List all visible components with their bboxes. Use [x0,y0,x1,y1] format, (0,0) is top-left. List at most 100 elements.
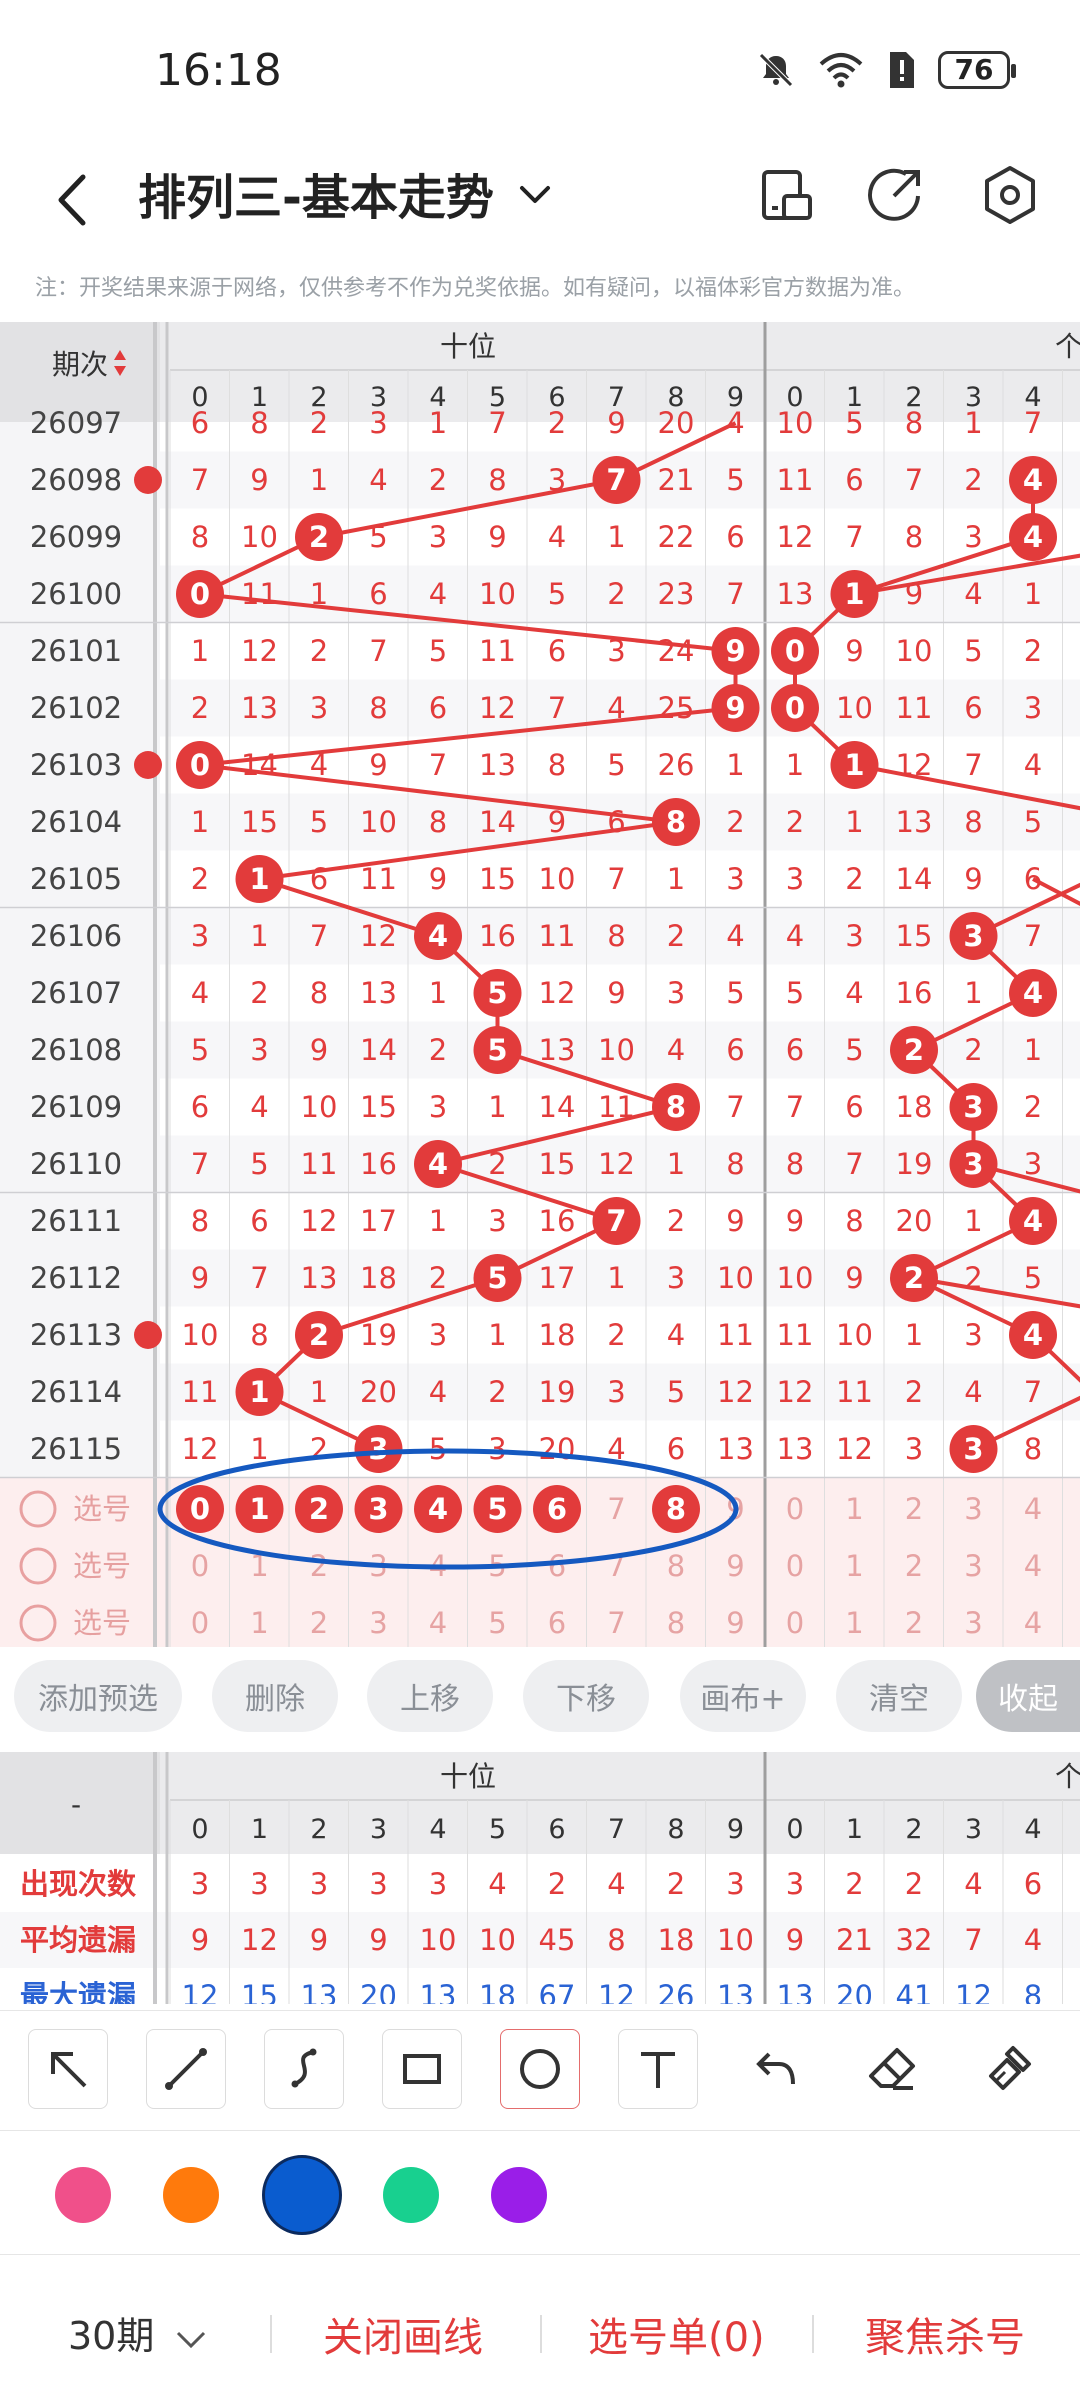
delete-button[interactable]: 删除 [212,1660,338,1732]
stats-digit-header: 3 [965,1814,982,1845]
row-cell: 2 [488,1375,506,1409]
row-cell: 2 [310,406,328,440]
statistics-table: -十位个位012345678901234出现次数333334242332246平… [0,1752,1080,2004]
row-cell: 2 [607,1318,625,1352]
row-cell: 2 [1024,634,1042,668]
row-cell: 10 [717,1261,754,1295]
move-down-button[interactable]: 下移 [523,1660,649,1732]
add-preselect-button[interactable]: 添加预选 [14,1660,182,1732]
arrow-tool[interactable] [28,2029,108,2109]
clear-canvas-tool[interactable] [970,2029,1050,2109]
row-cell: 7 [369,634,387,668]
undo-icon [756,2052,795,2085]
page-title[interactable]: 排列三-基本走势 [138,158,494,228]
picker-label: 选号 [73,1549,131,1583]
pick-list-button[interactable]: 选号单(0) [588,2305,765,2363]
status-bar: 16:18 76 [0,0,1080,140]
circle-tool[interactable] [500,2029,580,2109]
color-swatch-green[interactable] [383,2167,439,2223]
row-cell: 12 [539,976,576,1010]
row-cell: 10 [598,1033,635,1067]
divider [270,2315,272,2353]
row-cell: 26 [658,748,695,782]
collapse-button[interactable]: 收起 [976,1660,1080,1732]
stats-cell: 13 [777,1979,814,2004]
stats-cell: 67 [539,1979,576,2004]
row-cell: 4 [429,1375,447,1409]
row-cell: 12 [241,634,278,668]
line-tool[interactable] [146,2029,226,2109]
picker-cell: 0 [786,1606,804,1640]
row-cell: 1 [1024,577,1042,611]
color-swatch-pink[interactable] [55,2167,111,2223]
row-cell: 13 [301,1261,338,1295]
back-arrow-icon[interactable] [45,165,105,235]
picker-cell: 1 [249,1492,269,1526]
curve-tool[interactable] [264,2029,344,2109]
row-cell: 5 [726,976,744,1010]
focus-kill-button[interactable]: 聚焦杀号 [865,2305,1025,2363]
row-period: 26103 [30,748,122,782]
row-cell: 9 [369,748,387,782]
row-cell: 10 [777,406,814,440]
row-cell: 10 [182,1318,219,1352]
row-cell: 7 [1024,919,1042,953]
stats-cell: 6 [1024,1867,1042,1901]
row-cell: 6 [250,1204,268,1238]
row-cell: 8 [369,691,387,725]
row-cell: 9 [310,1033,328,1067]
row-cell: 4 [667,1033,685,1067]
row-cell: 5 [250,1147,268,1181]
period-selector[interactable]: 30期 [68,2305,208,2360]
picker-cell: 3 [369,1606,387,1640]
statistics-svg: -十位个位012345678901234出现次数333334242332246平… [0,1752,1080,2004]
text-tool[interactable] [618,2029,698,2109]
settings-icon[interactable] [975,160,1045,230]
undo-tool[interactable] [736,2029,816,2109]
color-swatch-blue-selected[interactable] [262,2155,342,2235]
chevron-down-icon[interactable] [510,170,560,220]
stats-group-tens: 十位 [440,1760,496,1793]
curve-icon [291,2048,317,2088]
phone-layout-icon[interactable] [752,160,822,230]
row-cell: 2 [250,976,268,1010]
row-cell: 14 [241,748,278,782]
eraser-tool[interactable] [852,2029,932,2109]
color-swatch-orange[interactable] [163,2167,219,2223]
row-cell: 10 [896,634,933,668]
row-cell: 4 [191,976,209,1010]
row-cell: 7 [964,748,982,782]
row-cell: 8 [548,748,566,782]
stats-digit-header: 8 [667,1814,684,1845]
stats-cell: 3 [250,1867,268,1901]
row-cell: 3 [845,919,863,953]
units-hit-number: 2 [904,1033,924,1067]
share-icon[interactable] [860,160,930,230]
clear-button[interactable]: 清空 [836,1660,962,1732]
stats-cell: 9 [310,1923,328,1957]
row-cell: 5 [845,406,863,440]
row-cell: 1 [488,1090,506,1124]
close-lines-button[interactable]: 关闭画线 [323,2305,483,2363]
row-cell: 3 [488,1432,506,1466]
canvas-plus-button[interactable]: 画布+ [680,1660,806,1732]
row-cell: 8 [905,406,923,440]
stats-cell: 3 [726,1867,744,1901]
divider [540,2315,542,2353]
row-cell: 1 [786,748,804,782]
stats-row-label: 最大遗漏 [20,1979,136,2004]
color-swatch-purple[interactable] [491,2167,547,2223]
row-cell: 9 [845,634,863,668]
move-up-button[interactable]: 上移 [367,1660,493,1732]
rectangle-tool[interactable] [382,2029,462,2109]
tens-hit-number: 2 [309,520,329,554]
stats-digit-header: 1 [251,1814,268,1845]
row-cell: 2 [1024,1090,1042,1124]
row-period: 26102 [30,691,122,725]
picker-cell: 3 [964,1606,982,1640]
row-cell: 3 [429,520,447,554]
stats-group-units: 个位 [1055,1760,1080,1793]
picker-cell: 8 [667,1606,685,1640]
row-cell: 2 [964,1033,982,1067]
stats-cell: 9 [786,1923,804,1957]
